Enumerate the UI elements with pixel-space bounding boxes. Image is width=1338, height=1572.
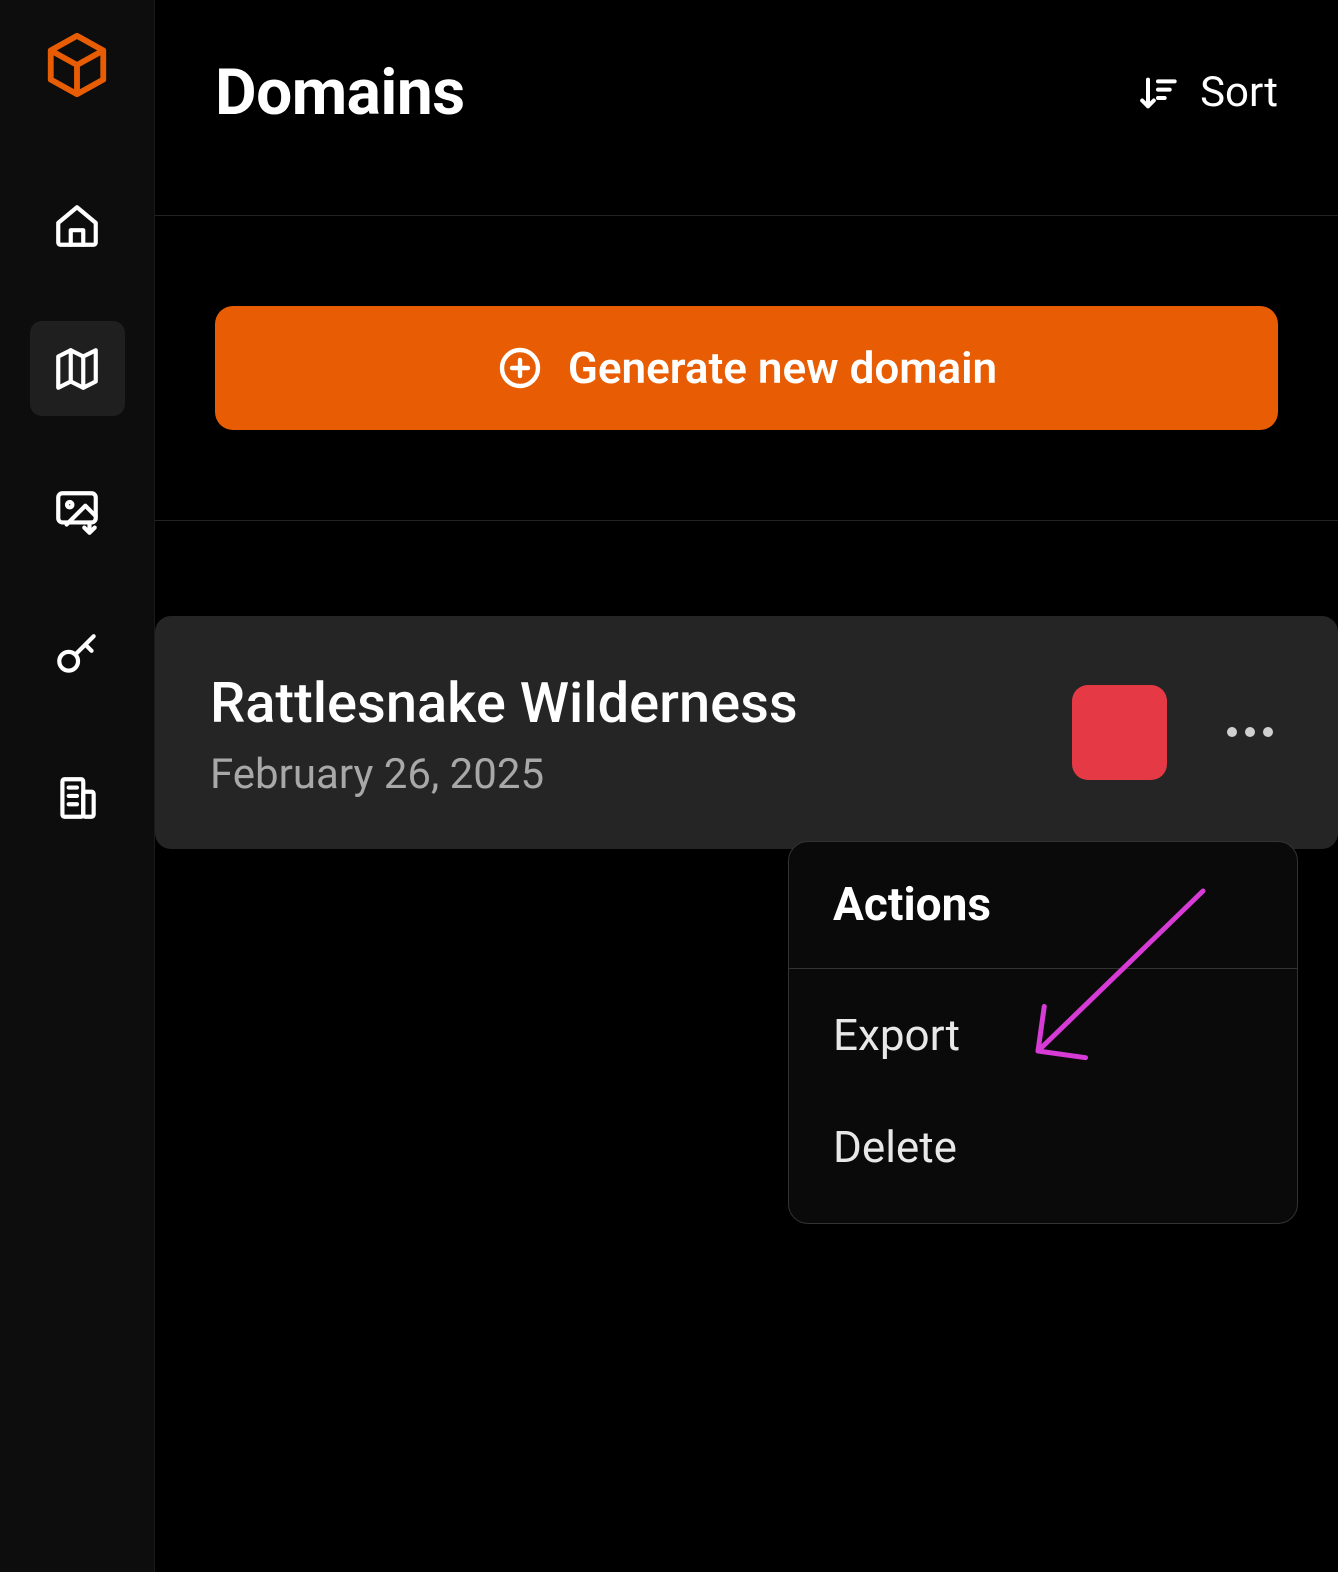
building-icon	[52, 773, 102, 823]
sidebar-item-images[interactable]	[30, 464, 125, 559]
cube-logo-icon	[42, 30, 112, 100]
generate-section: Generate new domain	[155, 216, 1338, 521]
page-header: Domains Sort	[155, 0, 1338, 216]
domain-date: February 26, 2025	[210, 750, 1042, 799]
domain-name: Rattlesnake Wilderness	[210, 666, 1042, 742]
sort-label: Sort	[1200, 68, 1278, 117]
domains-list: Rattlesnake Wilderness February 26, 2025…	[155, 521, 1338, 849]
sidebar-item-home[interactable]	[30, 178, 125, 273]
main-content: Domains Sort Generate new domain Rattles…	[155, 0, 1338, 1572]
sidebar-item-domains[interactable]	[30, 321, 125, 416]
sidebar	[0, 0, 155, 1572]
key-icon	[52, 630, 102, 680]
map-icon	[52, 344, 102, 394]
app-logo	[42, 30, 112, 100]
domain-more-button[interactable]	[1217, 717, 1283, 747]
actions-menu-title: Actions	[789, 842, 1297, 969]
actions-menu-item-export[interactable]: Export	[789, 979, 1297, 1091]
sidebar-item-organization[interactable]	[30, 750, 125, 845]
plus-circle-icon	[496, 344, 544, 392]
sidebar-item-keys[interactable]	[30, 607, 125, 702]
home-icon	[52, 201, 102, 251]
domain-card-text: Rattlesnake Wilderness February 26, 2025	[210, 666, 1042, 799]
sort-button[interactable]: Sort	[1138, 68, 1278, 117]
domain-card-right	[1072, 685, 1283, 780]
image-download-icon	[52, 487, 102, 537]
page-title: Domains	[215, 55, 465, 130]
actions-menu: Actions Export Delete	[788, 841, 1298, 1224]
actions-menu-item-delete[interactable]: Delete	[789, 1091, 1297, 1203]
domain-card[interactable]: Rattlesnake Wilderness February 26, 2025	[155, 616, 1338, 849]
generate-new-domain-button[interactable]: Generate new domain	[215, 306, 1278, 430]
generate-label: Generate new domain	[568, 342, 997, 394]
domain-status-indicator	[1072, 685, 1167, 780]
sort-icon	[1138, 73, 1178, 113]
